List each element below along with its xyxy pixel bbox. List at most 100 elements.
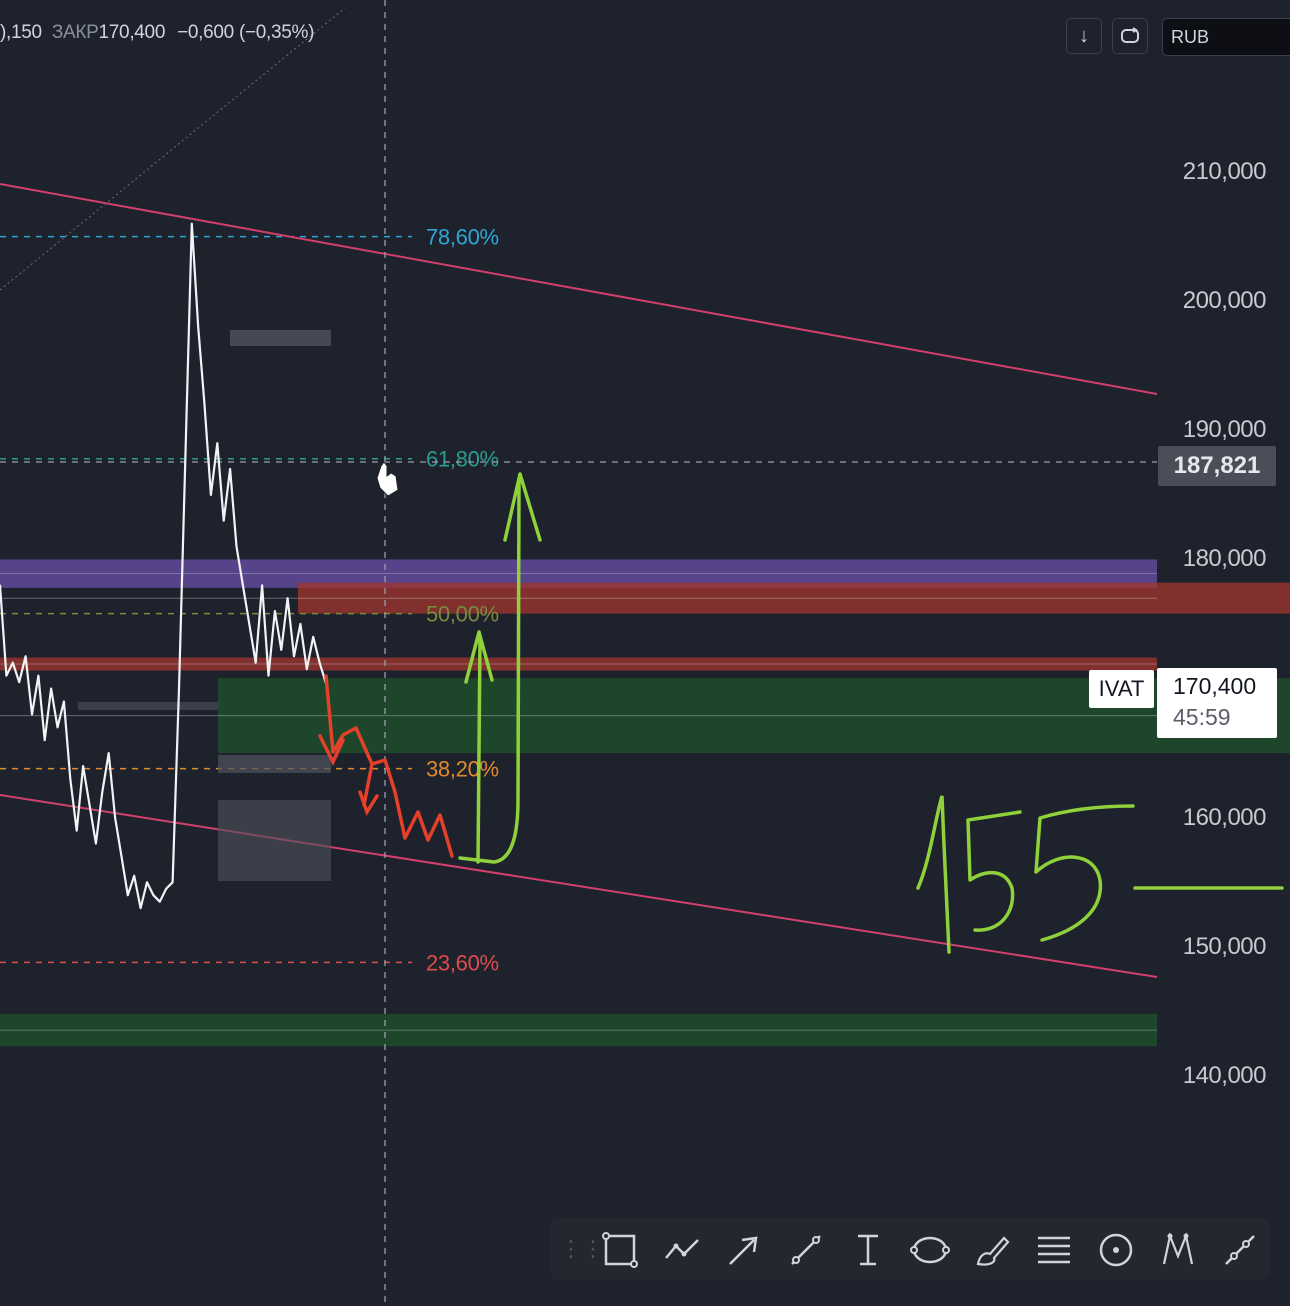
last-price-tag: 170,400 45:59 <box>1157 668 1277 738</box>
change-percent: (−0,35%) <box>238 22 315 43</box>
arrow-down-icon: ↓ <box>1079 24 1089 47</box>
ellipse-tool-button[interactable] <box>908 1228 952 1272</box>
handwritten-155-5b <box>1034 804 1135 942</box>
chart-area[interactable]: 78,60% 61,80% 50,00% 38,20% 23,60%),150… <box>0 0 1290 1306</box>
fib-label-1: 61,80% <box>426 447 499 472</box>
price-point <box>11 661 14 664</box>
y-tick-label: 150,000 <box>1182 932 1267 960</box>
y-tick-label: 160,000 <box>1182 803 1267 831</box>
price-point <box>37 674 40 677</box>
brush-icon <box>976 1236 1010 1266</box>
price-point <box>31 713 33 716</box>
ray-icon <box>1225 1235 1255 1265</box>
price-point <box>299 623 302 625</box>
supply-box <box>230 330 331 346</box>
channel-upper-line <box>0 183 1158 395</box>
fib-levels-tool-button[interactable] <box>1032 1228 1076 1272</box>
price-point <box>158 900 161 903</box>
price-point <box>178 687 180 690</box>
y-tick-label: 140,000 <box>1182 1062 1267 1089</box>
price-point <box>133 874 136 877</box>
price-point <box>165 887 168 890</box>
rectangle-icon <box>602 1232 638 1268</box>
price-point <box>75 829 78 832</box>
refresh-icon <box>1121 27 1139 43</box>
currency-select[interactable]: RUB <box>1162 18 1290 56</box>
handwritten-155-1 <box>916 795 951 954</box>
price-point <box>248 623 251 625</box>
price-point <box>63 700 65 703</box>
price-point <box>88 803 91 806</box>
price-point <box>203 403 206 406</box>
price-point <box>126 894 129 897</box>
price-point <box>190 222 193 225</box>
price-point <box>216 442 219 445</box>
open-value: ),150 <box>0 22 42 43</box>
ticker-tag: IVAT <box>1089 670 1154 708</box>
close-value: 170,400 <box>98 22 166 43</box>
fib-label-3: 38,20% <box>426 757 499 782</box>
demand-box <box>218 755 331 773</box>
y-tick-label: 180,000 <box>1182 545 1267 573</box>
pattern-icon <box>1162 1232 1194 1265</box>
fib-levels-icon <box>1038 1236 1070 1264</box>
price-point <box>222 519 225 522</box>
price-point <box>235 545 238 548</box>
price-point <box>146 881 148 884</box>
price-point <box>56 726 59 729</box>
price-point <box>5 674 8 677</box>
text-cursor-icon <box>858 1234 878 1266</box>
fib-label-4: 23,60% <box>426 950 499 975</box>
trend-line-tool-button[interactable] <box>784 1228 828 1272</box>
hand-cursor-icon <box>376 461 399 497</box>
bar-countdown: 45:59 <box>1173 704 1231 730</box>
small-box <box>78 702 218 710</box>
path-tool-button[interactable] <box>660 1228 704 1272</box>
red-arrowhead-2 <box>358 790 379 817</box>
arrow-icon <box>729 1236 758 1265</box>
circle-icon <box>1099 1233 1133 1267</box>
fib-label-2: 50,00% <box>426 602 499 627</box>
y-tick-label: 200,000 <box>1182 287 1267 315</box>
price-point <box>171 881 174 884</box>
ohlc-readout: ),150 ЗАКР170,400 −0,600 (−0,35%) <box>0 22 314 44</box>
text-cursor-tool-button[interactable] <box>846 1228 890 1272</box>
price-point <box>69 778 72 780</box>
fib-label-0: 78,60% <box>426 225 499 250</box>
change-value: −0,600 <box>177 22 234 43</box>
last-price-value: 170,400 <box>1173 673 1257 699</box>
refresh-button[interactable] <box>1112 18 1148 54</box>
price-point <box>267 674 270 677</box>
price-point <box>50 687 53 690</box>
brush-tool-button[interactable] <box>970 1228 1014 1272</box>
price-point <box>197 326 200 328</box>
trend-line-icon <box>791 1235 821 1265</box>
demand-box-large <box>218 800 331 881</box>
ellipse-icon <box>910 1236 950 1264</box>
handwritten-155-5a <box>966 810 1022 932</box>
price-point <box>18 681 21 684</box>
price-point <box>229 468 232 470</box>
price-point <box>43 739 46 742</box>
circle-tool-button[interactable] <box>1094 1228 1138 1272</box>
download-button[interactable]: ↓ <box>1066 18 1102 54</box>
drawing-toolbar: ⋮⋮ <box>550 1218 1270 1280</box>
price-point <box>94 842 97 845</box>
price-chart[interactable]: 78,60% 61,80% 50,00% 38,20% 23,60% <box>0 0 1290 1306</box>
price-point <box>101 790 104 793</box>
price-point <box>120 855 123 858</box>
pattern-tool-button[interactable] <box>1156 1228 1200 1272</box>
price-point <box>286 597 289 600</box>
price-point <box>273 610 276 612</box>
ray-tool-button[interactable] <box>1218 1228 1262 1272</box>
chart-header: ),150 ЗАКР170,400 −0,600 (−0,35%) ↓ RUB <box>0 0 1290 70</box>
rectangle-tool-button[interactable] <box>598 1228 642 1272</box>
y-tick-label: 190,000 <box>1182 416 1267 444</box>
price-point <box>210 493 212 496</box>
price-point <box>107 752 110 755</box>
price-point <box>152 894 155 897</box>
price-point <box>261 584 263 587</box>
price-point <box>318 661 321 664</box>
arrow-tool-button[interactable] <box>722 1228 766 1272</box>
y-tick-label: 210,000 <box>1182 158 1267 185</box>
